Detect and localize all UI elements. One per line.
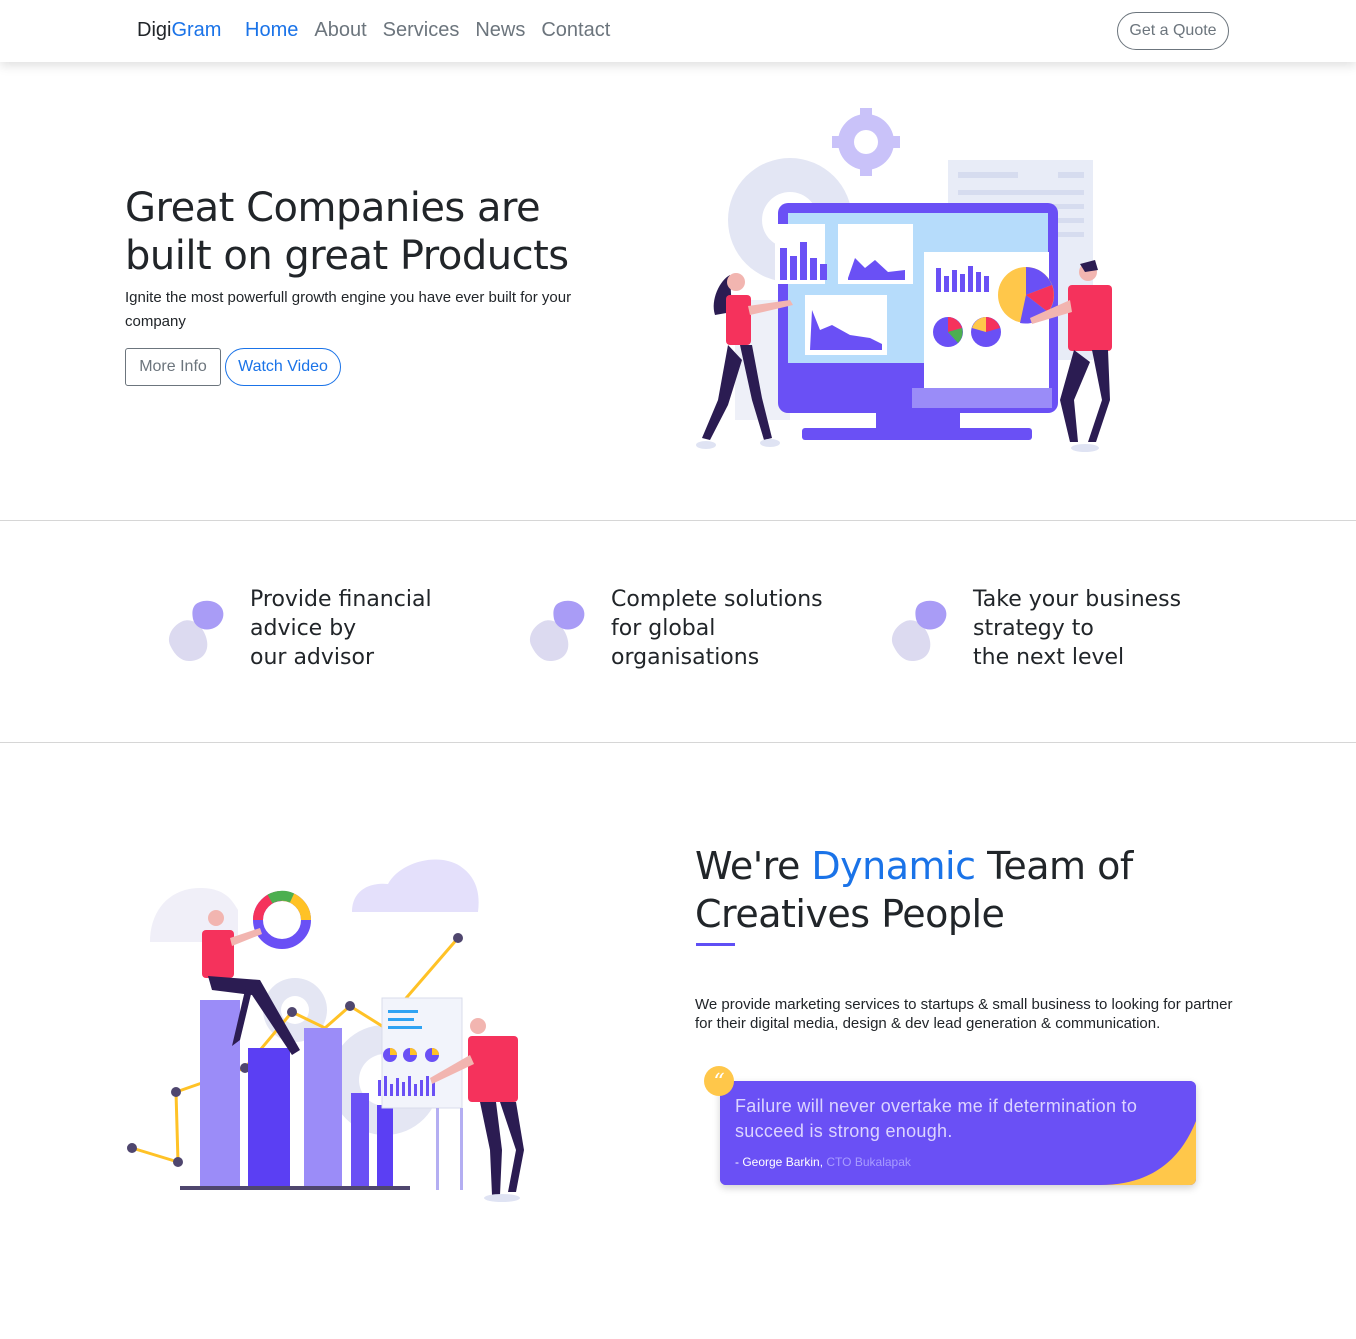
quote-author-role: CTO Bukalapak xyxy=(826,1155,911,1169)
title-underline xyxy=(696,943,735,946)
feature-text: Complete solutions for global organisati… xyxy=(611,585,831,672)
blob-icon xyxy=(168,600,224,661)
feature-item: Complete solutions for global organisati… xyxy=(526,585,846,675)
team-description: We provide marketing services to startup… xyxy=(695,996,1233,1032)
feature-line: Provide financial xyxy=(250,587,432,612)
feature-text: Take your business strategy to the next … xyxy=(973,585,1193,672)
watch-video-button[interactable]: Watch Video xyxy=(225,348,341,386)
section-divider xyxy=(0,520,1356,521)
feature-item: Take your business strategy to the next … xyxy=(888,585,1208,675)
feature-line: our advisor xyxy=(250,645,374,670)
team-growth-chart-illustration xyxy=(127,859,524,1202)
team-title-part1: We're xyxy=(695,844,812,888)
team-title-part2: Team of xyxy=(975,844,1133,888)
nav-link-services[interactable]: Services xyxy=(383,19,460,42)
brand-name-part2: Gram xyxy=(171,19,222,41)
nav-link-news[interactable]: News xyxy=(475,19,525,42)
feature-line: for global xyxy=(611,616,716,641)
quote-author-name: - George Barkin, xyxy=(735,1155,824,1169)
get-quote-button[interactable]: Get a Quote xyxy=(1117,12,1229,50)
feature-line: organisations xyxy=(611,645,760,670)
blob-icon xyxy=(891,600,947,661)
feature-line: advice by xyxy=(250,616,357,641)
hero-title: Great Companies are built on great Produ… xyxy=(125,184,645,280)
more-info-button[interactable]: More Info xyxy=(125,348,221,386)
feature-line: the next level xyxy=(973,645,1125,670)
team-title-accent: Dynamic xyxy=(811,844,976,888)
feature-text: Provide financial advice by our advisor xyxy=(250,585,470,672)
quote-text: Failure will never overtake me if determ… xyxy=(735,1096,1138,1141)
nav-link-about[interactable]: About xyxy=(314,19,366,42)
blob-icon xyxy=(529,600,585,661)
feature-line: Complete solutions xyxy=(611,587,823,612)
feature-line: Take your business xyxy=(973,587,1182,612)
gear-icon xyxy=(832,108,900,176)
nav-link-contact[interactable]: Contact xyxy=(541,19,610,42)
nav-link-home[interactable]: Home xyxy=(245,19,298,42)
brand-name-part1: Digi xyxy=(137,19,172,41)
quote-author: - George Barkin, CTO Bukalapak xyxy=(735,1155,911,1169)
hero-title-line1: Great Companies are xyxy=(125,185,541,231)
nav-links: Home About Services News Contact xyxy=(245,19,610,42)
hero-title-line2: built on great Products xyxy=(125,233,569,279)
quote-mark-icon: “ xyxy=(704,1066,734,1096)
feature-line: strategy to xyxy=(973,616,1094,641)
analytics-dashboard-illustration xyxy=(696,108,1112,452)
hero-subtitle: Ignite the most powerfull growth engine … xyxy=(125,289,572,330)
team-title-line2: Creatives People xyxy=(695,892,1005,936)
navbar: DigiGram Home About Services News Contac… xyxy=(0,0,1356,62)
feature-item: Provide financial advice by our advisor xyxy=(165,585,465,675)
team-title: We're Dynamic Team of Creatives People xyxy=(695,842,1255,938)
brand-logo[interactable]: DigiGram xyxy=(137,19,221,42)
section-divider xyxy=(0,742,1356,743)
